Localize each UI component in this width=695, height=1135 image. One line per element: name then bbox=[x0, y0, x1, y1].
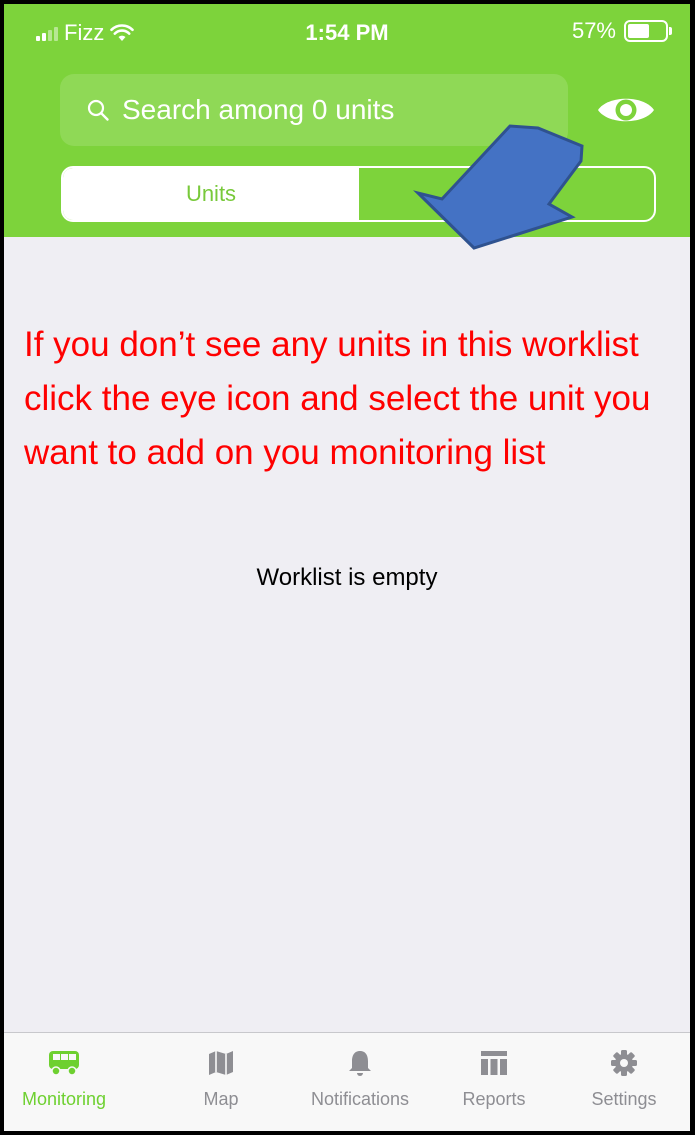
tab-units[interactable]: Units bbox=[63, 168, 359, 220]
gear-icon bbox=[611, 1050, 637, 1076]
phone-screen: Fizz 1:54 PM 57% Search among 0 units Un… bbox=[0, 0, 695, 1135]
tab-monitoring[interactable]: Monitoring bbox=[4, 1033, 124, 1131]
annotation-text: If you don’t see any units in this workl… bbox=[24, 325, 651, 472]
tab-reports[interactable]: Reports bbox=[434, 1033, 554, 1131]
tab-label: Map bbox=[203, 1089, 239, 1109]
tab-label: Monitoring bbox=[21, 1089, 107, 1109]
battery-percent: 57% bbox=[571, 18, 616, 43]
bus-icon bbox=[49, 1051, 79, 1076]
tab-map[interactable]: Map bbox=[161, 1033, 281, 1131]
tab-second-segment[interactable] bbox=[359, 168, 654, 220]
battery-icon bbox=[624, 20, 672, 42]
battery-status: 57% bbox=[571, 18, 672, 44]
search-icon bbox=[87, 99, 109, 121]
empty-worklist-message: Worklist is empty bbox=[256, 564, 438, 591]
bell-icon bbox=[349, 1051, 371, 1076]
map-icon bbox=[209, 1051, 233, 1075]
tab-notifications[interactable]: Notifications bbox=[300, 1033, 420, 1131]
status-bar: Fizz 1:54 PM 57% bbox=[4, 4, 690, 64]
eye-icon[interactable] bbox=[596, 90, 656, 130]
tab-label: Settings bbox=[591, 1089, 657, 1109]
search-field[interactable]: Search among 0 units bbox=[60, 74, 568, 146]
segment-control: Units bbox=[61, 166, 656, 222]
tab-bar: Monitoring Map Notifications Reports Set… bbox=[4, 1032, 690, 1131]
search-placeholder: Search among 0 units bbox=[122, 94, 395, 125]
table-icon bbox=[481, 1051, 507, 1075]
tab-settings[interactable]: Settings bbox=[564, 1033, 684, 1131]
